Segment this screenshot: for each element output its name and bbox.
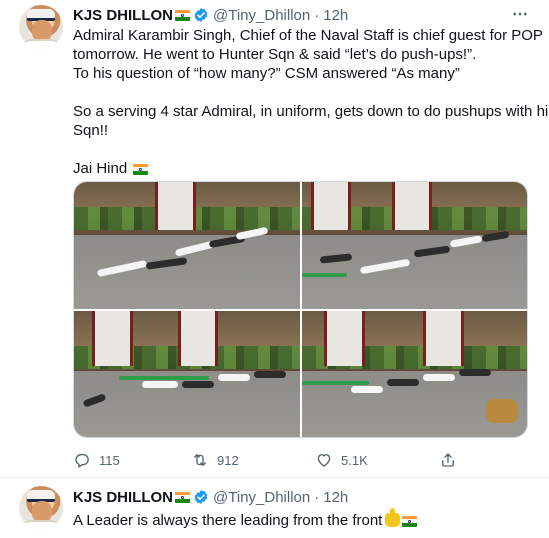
tweet-text-line: tomorrow. He went to Hunter Sqn & said “… <box>73 46 477 63</box>
tweet-header: KJS DHILLON @Tiny_Dhillon · 12h <box>73 487 348 507</box>
share-button[interactable] <box>439 451 457 469</box>
share-icon <box>442 453 454 467</box>
india-flag-icon <box>402 515 418 527</box>
tweet-text-line: So a serving 4 star Admiral, in uniform,… <box>73 103 549 120</box>
india-flag-icon <box>175 491 191 503</box>
india-flag-icon <box>175 9 191 21</box>
retweet-count: 912 <box>217 452 239 468</box>
timestamp[interactable]: 12h <box>323 7 348 24</box>
tweet-text: Admiral Karambir Singh, Chief of the Nav… <box>73 26 549 178</box>
tweet-header: KJS DHILLON @Tiny_Dhillon · 12h <box>73 5 348 25</box>
photo-4[interactable] <box>301 310 527 437</box>
tweet-text: A Leader is always there leading from th… <box>73 508 533 530</box>
reply-button[interactable]: 115 <box>73 451 120 469</box>
tweet-actions: 115 912 5.1K <box>73 450 528 470</box>
author-handle[interactable]: @Tiny_Dhillon <box>213 7 310 24</box>
verified-badge-icon <box>194 490 208 504</box>
retweet-icon <box>194 454 206 466</box>
tweet-text-line-with-emoji: A Leader is always there leading from th… <box>73 508 533 530</box>
reply-icon <box>75 453 89 468</box>
tweet-text-line: To his question of “how many?” CSM answe… <box>73 65 460 82</box>
tweet[interactable]: KJS DHILLON @Tiny_Dhillon · 12h A Leader… <box>0 478 549 538</box>
separator: · <box>314 488 320 506</box>
india-flag-icon <box>133 163 149 175</box>
like-button[interactable]: 5.1K <box>315 451 368 469</box>
photo-grid <box>73 181 528 438</box>
thumbs-up-emoji <box>385 508 401 527</box>
timestamp[interactable]: 12h <box>323 489 348 506</box>
like-count: 5.1K <box>341 452 368 468</box>
tweet[interactable]: KJS DHILLON @Tiny_Dhillon · 12h Admiral … <box>0 0 549 478</box>
avatar[interactable] <box>19 5 63 49</box>
author-name[interactable]: KJS DHILLON <box>73 489 173 506</box>
photo-2[interactable] <box>301 182 527 309</box>
retweet-button[interactable]: 912 <box>191 451 239 469</box>
tweet-text-line: A Leader is always there leading from th… <box>73 512 383 529</box>
author-name[interactable]: KJS DHILLON <box>73 7 173 24</box>
verified-badge-icon <box>194 8 208 22</box>
reply-count: 115 <box>99 452 120 468</box>
photo-3[interactable] <box>74 310 300 437</box>
author-handle[interactable]: @Tiny_Dhillon <box>213 489 310 506</box>
tweet-text-line: Sqn!! <box>73 122 109 139</box>
tweet-text-line-with-flag: Jai Hind <box>73 159 533 178</box>
heart-icon <box>317 454 331 467</box>
separator: · <box>314 6 320 24</box>
tweet-text-line: Admiral Karambir Singh, Chief of the Nav… <box>73 27 543 44</box>
avatar[interactable] <box>19 486 63 530</box>
more-options-icon[interactable] <box>509 4 531 24</box>
photo-1[interactable] <box>74 182 300 309</box>
tweet-text-line: Jai Hind <box>73 160 128 177</box>
